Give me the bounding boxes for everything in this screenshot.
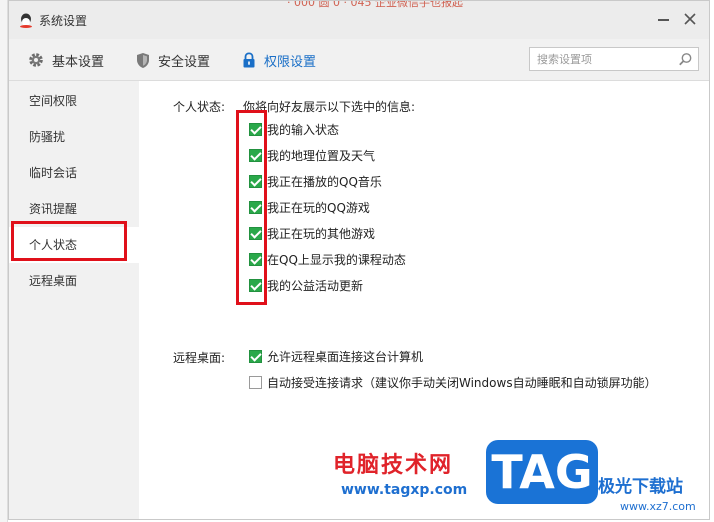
personal-status-intro: 你将向好友展示以下选中的信息:: [243, 100, 416, 114]
sidebar-item-space-permission[interactable]: 空间权限: [9, 83, 139, 119]
checkbox-location-weather[interactable]: 我的地理位置及天气: [249, 146, 375, 164]
checkbox-label: 允许远程桌面连接这台计算机: [267, 349, 424, 364]
tab-security-settings[interactable]: 安全设置: [135, 39, 210, 81]
personal-status-label: 个人状态:: [173, 100, 226, 114]
checkbox-other-games[interactable]: 我正在玩的其他游戏: [249, 224, 375, 242]
sidebar-highlight: [11, 221, 127, 261]
checkbox-label: 我的公益活动更新: [267, 278, 364, 293]
sidebar-item-anti-harassment[interactable]: 防骚扰: [9, 119, 139, 155]
window-title: 系统设置: [39, 14, 88, 28]
checkbox-column-highlight: [236, 110, 267, 305]
title-bar: 系统设置 · 000 圆 0 · 045 企业微信手也报起: [9, 1, 709, 39]
minimize-button[interactable]: [655, 10, 673, 28]
qq-penguin-icon: [20, 13, 32, 28]
checkbox-label: 我正在玩的其他游戏: [267, 226, 376, 241]
background-notice: · 000 圆 0 · 045 企业微信手也报起: [287, 1, 463, 9]
lock-icon: [243, 51, 255, 67]
search-input[interactable]: [530, 48, 670, 70]
search-box: [529, 47, 699, 71]
shield-icon: [137, 52, 149, 68]
checkbox-label: 我的地理位置及天气: [267, 148, 376, 163]
tab-basic-settings[interactable]: 基本设置: [27, 39, 104, 81]
watermark-cn-text: 电脑技术网: [333, 453, 454, 478]
background-app-edge: [0, 0, 8, 522]
settings-toolbar: 基本设置 安全设置 权限设置: [9, 39, 709, 81]
settings-sidebar: 空间权限 防骚扰 临时会话 资讯提醒 个人状态 远程桌面: [9, 81, 139, 519]
checkbox-qq-games[interactable]: 我正在玩的QQ游戏: [249, 198, 370, 216]
search-icon[interactable]: [678, 52, 693, 67]
tab-label: 安全设置: [158, 54, 211, 70]
checkbox-course-updates[interactable]: 在QQ上显示我的课程动态: [249, 250, 406, 268]
tab-label: 基本设置: [52, 54, 105, 70]
sidebar-item-remote-desktop[interactable]: 远程桌面: [9, 263, 139, 299]
gear-icon: [29, 53, 43, 67]
tab-permission-settings[interactable]: 权限设置: [241, 39, 316, 81]
sidebar-item-temporary-chat[interactable]: 临时会话: [9, 155, 139, 191]
checkbox-auto-accept[interactable]: 自动接受连接请求（建议你手动关闭Windows自动睡眠和自动锁屏功能）: [249, 373, 657, 391]
tab-label: 权限设置: [264, 54, 317, 70]
watermark-tag-text: TAG: [491, 445, 593, 499]
watermark-tag-logo: TAG: [486, 440, 598, 504]
checkbox-label: 我正在播放的QQ音乐: [267, 174, 382, 189]
checkbox-allow-remote[interactable]: 允许远程桌面连接这台计算机: [249, 347, 423, 365]
watermark-site-name: 极光下载站: [598, 477, 683, 497]
checkbox-checked[interactable]: [249, 349, 262, 363]
checkbox-label: 我的输入状态: [267, 122, 340, 137]
watermark-url: www.tagxp.com: [341, 482, 468, 498]
remote-desktop-label: 远程桌面:: [173, 351, 226, 365]
close-button[interactable]: [681, 10, 699, 28]
checkbox-label: 在QQ上显示我的课程动态: [267, 252, 406, 267]
checkbox-label: 自动接受连接请求（建议你手动关闭Windows自动睡眠和自动锁屏功能）: [267, 375, 657, 390]
checkbox-unchecked[interactable]: [249, 375, 262, 389]
checkbox-qq-music[interactable]: 我正在播放的QQ音乐: [249, 172, 382, 190]
checkbox-label: 我正在玩的QQ游戏: [267, 200, 370, 215]
watermark-site-url: www.xz7.com: [620, 500, 696, 513]
